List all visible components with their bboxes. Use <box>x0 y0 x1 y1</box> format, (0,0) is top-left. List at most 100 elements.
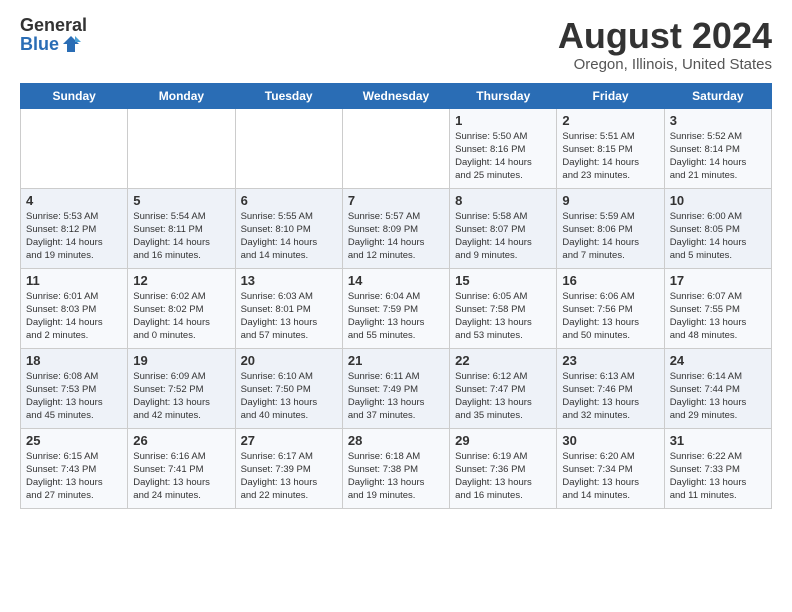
cell-info-line: Sunset: 7:50 PM <box>241 383 337 396</box>
day-number: 10 <box>670 193 766 208</box>
cell-info-line: and 19 minutes. <box>348 489 444 502</box>
cell-info-line: Daylight: 14 hours <box>562 156 658 169</box>
calendar-cell: 15Sunrise: 6:05 AMSunset: 7:58 PMDayligh… <box>450 268 557 348</box>
cell-info-line: Sunrise: 6:17 AM <box>241 450 337 463</box>
cell-info-line: Daylight: 14 hours <box>562 236 658 249</box>
calendar-cell: 19Sunrise: 6:09 AMSunset: 7:52 PMDayligh… <box>128 348 235 428</box>
day-header-tuesday: Tuesday <box>235 83 342 108</box>
calendar-cell: 8 Sunrise: 5:58 AMSunset: 8:07 PMDaylight… <box>450 188 557 268</box>
cell-info-line: and 5 minutes. <box>670 249 766 262</box>
cell-info-line: and 29 minutes. <box>670 409 766 422</box>
calendar-cell: 22Sunrise: 6:12 AMSunset: 7:47 PMDayligh… <box>450 348 557 428</box>
cell-info-line: and 24 minutes. <box>133 489 229 502</box>
calendar-table: SundayMondayTuesdayWednesdayThursdayFrid… <box>20 83 772 509</box>
day-number: 29 <box>455 433 551 448</box>
calendar-cell: 21Sunrise: 6:11 AMSunset: 7:49 PMDayligh… <box>342 348 449 428</box>
cell-info-line: Sunrise: 6:09 AM <box>133 370 229 383</box>
logo: General Blue <box>20 16 87 54</box>
day-number: 15 <box>455 273 551 288</box>
cell-info-line: Sunrise: 6:22 AM <box>670 450 766 463</box>
cell-info-line: Daylight: 14 hours <box>26 236 122 249</box>
cell-info-line: Daylight: 13 hours <box>455 316 551 329</box>
calendar-cell: 12Sunrise: 6:02 AMSunset: 8:02 PMDayligh… <box>128 268 235 348</box>
cell-info-line: and 35 minutes. <box>455 409 551 422</box>
calendar-cell: 1Sunrise: 5:50 AMSunset: 8:16 PMDaylight… <box>450 108 557 188</box>
cell-info-line: Sunset: 8:02 PM <box>133 303 229 316</box>
page-header: General Blue August 2024 Oregon, Illinoi… <box>20 16 772 73</box>
day-number: 24 <box>670 353 766 368</box>
calendar-cell: 23Sunrise: 6:13 AMSunset: 7:46 PMDayligh… <box>557 348 664 428</box>
calendar-cell: 27Sunrise: 6:17 AMSunset: 7:39 PMDayligh… <box>235 428 342 508</box>
cell-info-line: Sunset: 7:49 PM <box>348 383 444 396</box>
cell-info-line: and 45 minutes. <box>26 409 122 422</box>
cell-info-line: Daylight: 13 hours <box>455 476 551 489</box>
cell-info-line: Sunset: 7:39 PM <box>241 463 337 476</box>
day-header-friday: Friday <box>557 83 664 108</box>
cell-info-line: Daylight: 13 hours <box>241 316 337 329</box>
calendar-cell: 3Sunrise: 5:52 AMSunset: 8:14 PMDaylight… <box>664 108 771 188</box>
cell-info-line: and 48 minutes. <box>670 329 766 342</box>
cell-info-line: Sunset: 7:33 PM <box>670 463 766 476</box>
cell-info-line: Daylight: 13 hours <box>348 316 444 329</box>
cell-info-line: Sunset: 7:34 PM <box>562 463 658 476</box>
cell-info-line: and 14 minutes. <box>562 489 658 502</box>
calendar-cell: 14Sunrise: 6:04 AMSunset: 7:59 PMDayligh… <box>342 268 449 348</box>
logo-general: General <box>20 16 87 34</box>
day-number: 17 <box>670 273 766 288</box>
calendar-cell: 18Sunrise: 6:08 AMSunset: 7:53 PMDayligh… <box>21 348 128 428</box>
cell-info-line: Daylight: 13 hours <box>241 476 337 489</box>
day-number: 8 <box>455 193 551 208</box>
cell-info-line: Sunset: 8:05 PM <box>670 223 766 236</box>
cell-info-line: Daylight: 13 hours <box>133 476 229 489</box>
cell-info-line: Sunrise: 6:04 AM <box>348 290 444 303</box>
cell-info-line: Sunset: 7:43 PM <box>26 463 122 476</box>
cell-info-line: Sunrise: 6:16 AM <box>133 450 229 463</box>
cell-info-line: Daylight: 13 hours <box>562 476 658 489</box>
cell-info-line: and 37 minutes. <box>348 409 444 422</box>
cell-info-line: and 12 minutes. <box>348 249 444 262</box>
day-header-monday: Monday <box>128 83 235 108</box>
cell-info-line: and 16 minutes. <box>455 489 551 502</box>
cell-info-line: Sunrise: 5:58 AM <box>455 210 551 223</box>
day-number: 5 <box>133 193 229 208</box>
cell-info-line: Sunset: 8:07 PM <box>455 223 551 236</box>
calendar-cell: 4Sunrise: 5:53 AMSunset: 8:12 PMDaylight… <box>21 188 128 268</box>
cell-info-line: and 2 minutes. <box>26 329 122 342</box>
cell-info-line: Sunrise: 6:03 AM <box>241 290 337 303</box>
cell-info-line: Sunrise: 5:50 AM <box>455 130 551 143</box>
cell-info-line: Daylight: 13 hours <box>455 396 551 409</box>
cell-info-line: Sunset: 8:09 PM <box>348 223 444 236</box>
cell-info-line: Daylight: 13 hours <box>562 396 658 409</box>
cell-info-line: Sunrise: 6:08 AM <box>26 370 122 383</box>
cell-info-line: and 11 minutes. <box>670 489 766 502</box>
day-number: 3 <box>670 113 766 128</box>
day-number: 7 <box>348 193 444 208</box>
cell-info-line: Sunset: 7:44 PM <box>670 383 766 396</box>
cell-info-line: Sunset: 8:01 PM <box>241 303 337 316</box>
day-number: 11 <box>26 273 122 288</box>
calendar-cell: 25Sunrise: 6:15 AMSunset: 7:43 PMDayligh… <box>21 428 128 508</box>
cell-info-line: Daylight: 13 hours <box>241 396 337 409</box>
calendar-cell: 2Sunrise: 5:51 AMSunset: 8:15 PMDaylight… <box>557 108 664 188</box>
cell-info-line: Daylight: 13 hours <box>670 316 766 329</box>
calendar-cell: 13Sunrise: 6:03 AMSunset: 8:01 PMDayligh… <box>235 268 342 348</box>
cell-info-line: Sunrise: 6:20 AM <box>562 450 658 463</box>
cell-info-line: Sunrise: 5:51 AM <box>562 130 658 143</box>
logo-blue: Blue <box>20 35 59 53</box>
cell-info-line: Sunrise: 6:12 AM <box>455 370 551 383</box>
subtitle: Oregon, Illinois, United States <box>558 56 772 73</box>
day-number: 1 <box>455 113 551 128</box>
cell-info-line: Sunrise: 6:15 AM <box>26 450 122 463</box>
cell-info-line: Daylight: 14 hours <box>455 236 551 249</box>
cell-info-line: Sunset: 8:06 PM <box>562 223 658 236</box>
cell-info-line: Daylight: 14 hours <box>26 316 122 329</box>
cell-info-line: and 27 minutes. <box>26 489 122 502</box>
cell-info-line: Sunset: 7:36 PM <box>455 463 551 476</box>
calendar-cell: 6Sunrise: 5:55 AMSunset: 8:10 PMDaylight… <box>235 188 342 268</box>
logo-icon <box>61 34 81 54</box>
day-number: 4 <box>26 193 122 208</box>
cell-info-line: Sunrise: 6:05 AM <box>455 290 551 303</box>
cell-info-line: and 23 minutes. <box>562 169 658 182</box>
day-number: 26 <box>133 433 229 448</box>
day-number: 14 <box>348 273 444 288</box>
